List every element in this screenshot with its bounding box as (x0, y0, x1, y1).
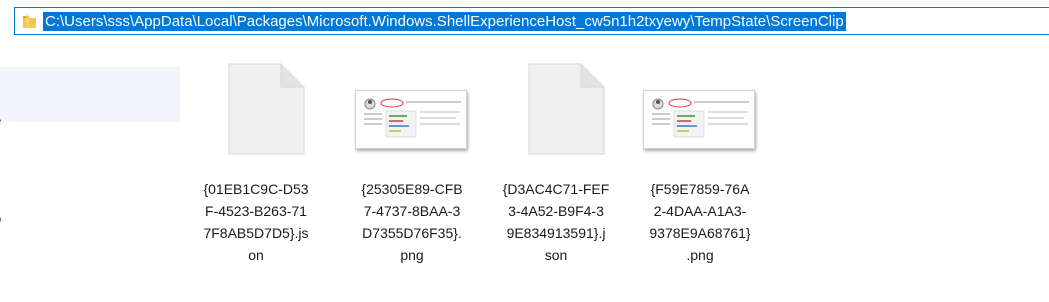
file-name-line: {F59E7859-76A (650, 181, 750, 197)
file-name-line: 7-4737-8BAA-3 (363, 203, 461, 219)
file-name-line: 2-4DAA-A1A3- (653, 203, 747, 219)
file-item[interactable]: {D3AC4C71-FEF 3-4A52-B9F4-3 9E834913591}… (496, 40, 616, 270)
file-name-line: {01EB1C9C-D53 (203, 181, 309, 197)
nav-item-label: o (0, 209, 1, 229)
file-thumbnail (496, 40, 616, 158)
nav-item-1[interactable]: e (0, 111, 180, 131)
file-name: {25305E89-CFB 7-4737-8BAA-3 D7355D76F35}… (352, 178, 472, 266)
file-name-line: 9E834913591}.j (506, 225, 606, 241)
file-name-line: son (544, 247, 568, 263)
file-name-line: {D3AC4C71-FEF (502, 181, 610, 197)
file-item[interactable]: {25305E89-CFB 7-4737-8BAA-3 D7355D76F35}… (352, 40, 472, 270)
address-path-text[interactable]: C:\Users\sss\AppData\Local\Packages\Micr… (43, 12, 846, 31)
file-name-line: D7355D76F35}. (362, 225, 462, 241)
nav-item-label: e (0, 111, 1, 131)
file-name-line: png (400, 247, 424, 263)
document-icon (228, 63, 305, 155)
file-name: {D3AC4C71-FEF 3-4A52-B9F4-3 9E834913591}… (496, 178, 616, 266)
file-name-line: {25305E89-CFB (361, 181, 463, 197)
nav-item-2[interactable]: o (0, 209, 180, 229)
file-thumbnail (640, 40, 760, 158)
file-name-line: F-4523-B263-71 (205, 203, 307, 219)
file-thumbnail (196, 40, 316, 158)
image-thumbnail (643, 90, 755, 149)
file-name-line: 9378E9A68761} (649, 225, 751, 241)
file-item[interactable]: {01EB1C9C-D53 F-4523-B263-71 7F8AB5D7D5}… (196, 40, 316, 270)
file-name-line: .png (686, 247, 714, 263)
file-name-line: 7F8AB5D7D5}.js (203, 225, 309, 241)
file-name-line: 3-4A52-B9F4-3 (508, 203, 604, 219)
address-bar[interactable]: C:\Users\sss\AppData\Local\Packages\Micr… (14, 7, 1049, 35)
image-thumbnail (355, 90, 467, 149)
file-item[interactable]: {F59E7859-76A 2-4DAA-A1A3- 9378E9A68761}… (640, 40, 760, 270)
file-name: {F59E7859-76A 2-4DAA-A1A3- 9378E9A68761}… (640, 178, 760, 266)
file-name-line: on (248, 247, 264, 263)
file-thumbnail (352, 40, 472, 158)
document-icon (528, 63, 605, 155)
folder-icon (23, 14, 36, 28)
navigation-pane: e o (0, 40, 180, 302)
file-name: {01EB1C9C-D53 F-4523-B263-71 7F8AB5D7D5}… (196, 178, 316, 266)
